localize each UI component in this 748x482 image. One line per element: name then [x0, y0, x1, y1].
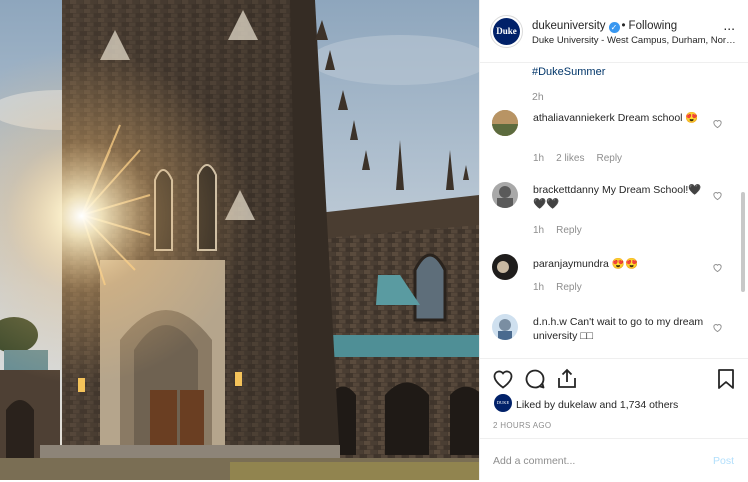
comment-age: 1h: [533, 225, 545, 236]
comment-like-heart-icon[interactable]: [712, 262, 723, 273]
reply-button[interactable]: Reply: [556, 225, 582, 236]
commenter-avatar[interactable]: [492, 182, 518, 208]
comment-meta: 1h Reply: [533, 282, 594, 293]
follow-status-button[interactable]: Following: [629, 20, 678, 32]
comment-text: brackettdanny My Dream School!🖤🖤🖤: [533, 183, 705, 211]
comment-username[interactable]: athaliavanniekerk: [533, 112, 615, 124]
duke-chapel-photo: [0, 0, 479, 480]
comments-list[interactable]: #DukeSummer 2h athaliavanniekerk Dream sc…: [480, 62, 748, 358]
comment-like-heart-icon[interactable]: [712, 322, 723, 333]
share-icon[interactable]: [555, 367, 579, 391]
post-header: Duke dukeuniversity ✓ • Following Duke Univ…: [480, 0, 748, 63]
post-timestamp[interactable]: 2 HOURS AGO: [493, 421, 551, 430]
post-comment-button[interactable]: Post: [713, 455, 734, 467]
comment-like-heart-icon[interactable]: [712, 190, 723, 201]
comment-meta: 1h 2 likes Reply: [533, 153, 634, 164]
liked-by-avatar[interactable]: DUKE LAW: [494, 394, 512, 423]
post-detail-panel: Duke dukeuniversity ✓ • Following Duke Univ…: [479, 0, 748, 480]
avatar: Duke: [493, 18, 520, 45]
add-comment-input[interactable]: Add a comment...: [493, 455, 575, 467]
header-user-row: dukeuniversity ✓ • Following: [532, 20, 677, 33]
comment-like-heart-icon[interactable]: [712, 118, 723, 129]
comment-age: 1h: [533, 153, 545, 164]
comment-username[interactable]: paranjaymundra: [533, 258, 609, 270]
comment-body: Dream school 😍: [617, 112, 699, 124]
comment-username[interactable]: brackettdanny: [533, 184, 599, 196]
comment-text: athaliavanniekerk Dream school 😍: [533, 111, 705, 125]
comment-text: paranjaymundra 😍😍: [533, 257, 705, 271]
reply-button[interactable]: Reply: [596, 153, 622, 164]
username-link[interactable]: dukeuniversity: [532, 20, 606, 32]
reply-button[interactable]: Reply: [556, 282, 582, 293]
comment-age: 1h: [533, 282, 545, 293]
comment-icon[interactable]: [523, 367, 547, 391]
comment-body: 😍😍: [611, 258, 639, 270]
comments-scrollbar[interactable]: [741, 192, 745, 292]
comment-meta: 1h Reply: [533, 225, 594, 236]
post-actions: DUKE LAW Liked by dukelaw and 1,734 othe…: [480, 358, 748, 481]
location-link[interactable]: Duke University - West Campus, Durham, N…: [532, 35, 738, 46]
hashtag-link[interactable]: #DukeSummer: [532, 66, 605, 78]
separator-dot: •: [621, 20, 626, 32]
commenter-avatar[interactable]: [492, 110, 518, 136]
add-comment-bar: Add a comment... Post: [480, 438, 748, 482]
comment-username[interactable]: d.n.h.w: [533, 316, 567, 328]
more-options-icon[interactable]: ...: [723, 18, 735, 32]
commenter-avatar[interactable]: [492, 254, 518, 280]
liked-by-text[interactable]: Liked by dukelaw and 1,734 others: [516, 399, 678, 411]
verified-badge-icon: ✓: [608, 22, 620, 33]
commenter-avatar[interactable]: [492, 314, 518, 340]
bookmark-icon[interactable]: [714, 367, 738, 391]
comment-likes[interactable]: 2 likes: [556, 153, 584, 164]
caption-age: 2h: [532, 91, 544, 103]
profile-avatar-ring[interactable]: Duke: [490, 15, 523, 48]
comment-text: d.n.h.w Can't wait to go to my dream univ…: [533, 315, 705, 343]
heart-icon[interactable]: [491, 367, 515, 391]
post-photo[interactable]: [0, 0, 479, 480]
